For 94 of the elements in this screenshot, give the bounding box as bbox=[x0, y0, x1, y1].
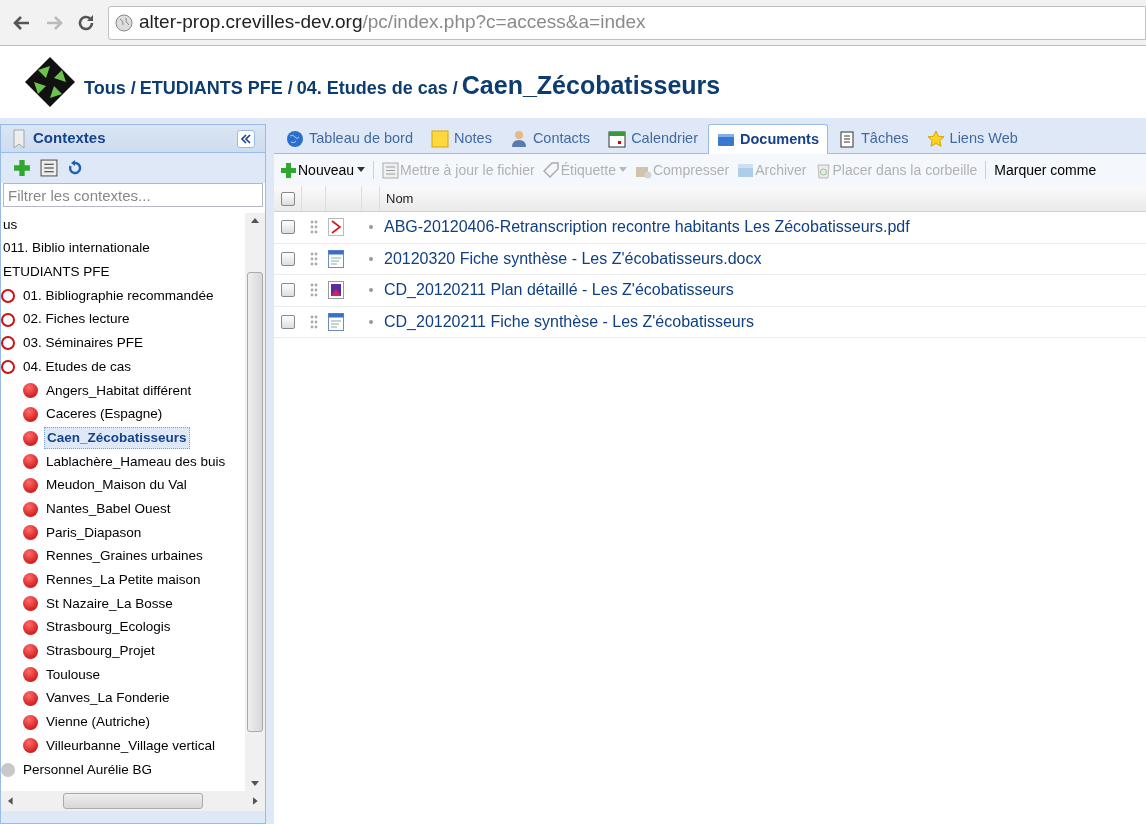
breadcrumb-link[interactable]: 04. Etudes de cas / bbox=[296, 75, 458, 103]
table-row[interactable]: ABG-20120406-Retranscription recontre habitants Les Zécobatisseurs.pdf bbox=[274, 212, 1146, 244]
plus-icon[interactable] bbox=[13, 159, 31, 177]
pdf-file-icon bbox=[328, 218, 344, 237]
collapse-icon bbox=[240, 133, 252, 144]
bullet-icon bbox=[369, 256, 373, 261]
table-row[interactable]: 20120320 Fiche synthèse - Les Z'écobatisseurs.docx bbox=[274, 243, 1146, 275]
tree-item[interactable]: Strasbourg_Projet bbox=[44, 641, 157, 662]
caret-icon bbox=[357, 167, 366, 173]
row-checkbox[interactable] bbox=[281, 251, 295, 266]
globe-icon bbox=[286, 130, 304, 148]
collapse-button[interactable] bbox=[237, 129, 255, 148]
table-row[interactable]: CD_20120211 Fiche synthèse - Les Z'écobatisseurs bbox=[274, 306, 1146, 338]
tree-item[interactable]: Meudon_Maison du Val bbox=[44, 475, 189, 496]
address-bar[interactable]: alter-prop.crevilles-dev.org/pc/index.php?c=access&a=index bbox=[108, 5, 1146, 40]
row-checkbox[interactable] bbox=[281, 220, 295, 235]
star-icon bbox=[926, 130, 945, 148]
drag-handle-icon[interactable] bbox=[310, 314, 318, 329]
page-title: Caen_Zécobatisseurs bbox=[461, 70, 721, 102]
refresh-icon[interactable] bbox=[67, 160, 83, 176]
person-icon bbox=[509, 130, 528, 148]
bullet-icon bbox=[369, 225, 373, 230]
tree-item[interactable]: ETUDIANTS PFE bbox=[1, 262, 112, 283]
vertical-scrollbar[interactable] bbox=[245, 213, 265, 791]
tag-icon bbox=[542, 161, 560, 179]
tree-item[interactable]: Toulouse bbox=[44, 664, 103, 686]
horizontal-scrollbar[interactable] bbox=[1, 791, 265, 811]
breadcrumb-link[interactable]: Tous / bbox=[84, 75, 136, 103]
scroll-down-icon[interactable] bbox=[251, 781, 259, 787]
panel-title: Contextes bbox=[33, 128, 107, 149]
toolbar-button[interactable]: Marquer comme bbox=[994, 159, 1097, 181]
breadcrumb-link[interactable]: ETUDIANTS PFE / bbox=[139, 75, 293, 103]
list-icon bbox=[382, 161, 400, 179]
row-checkbox[interactable] bbox=[281, 283, 295, 298]
tab[interactable]: Documents bbox=[708, 124, 828, 154]
file-link[interactable]: CD_20120211 Plan détaillé - Les Z'écobatisseurs bbox=[380, 278, 734, 303]
plus-icon bbox=[280, 161, 297, 179]
recycle-bin-icon bbox=[814, 161, 832, 179]
tab[interactable]: Contacts bbox=[501, 125, 599, 153]
tree-item[interactable]: Rennes_Graines urbaines bbox=[44, 546, 205, 567]
calendar-icon bbox=[608, 130, 627, 148]
document-file-icon bbox=[328, 312, 344, 331]
tree-item[interactable]: Caceres (Espagne) bbox=[44, 404, 165, 425]
tab[interactable]: Calendrier bbox=[600, 125, 707, 153]
tree-item[interactable]: Angers_Habitat différent bbox=[44, 380, 194, 401]
tree-item[interactable]: Personnel Aurélie BG bbox=[21, 759, 155, 780]
bullet-icon bbox=[369, 288, 373, 293]
scroll-right-icon[interactable] bbox=[253, 797, 259, 805]
url-text: alter-prop.crevilles-dev.org/pc/index.php?c=access&a=index bbox=[139, 10, 646, 35]
tree-item[interactable]: Lablachère_Hameau des buis bbox=[44, 451, 228, 472]
file-link[interactable]: CD_20120211 Fiche synthèse - Les Z'écobatisseurs bbox=[380, 309, 755, 334]
document-file-icon bbox=[328, 249, 344, 268]
tree-item[interactable]: us bbox=[1, 214, 20, 235]
drag-handle-icon[interactable] bbox=[310, 251, 318, 266]
row-checkbox[interactable] bbox=[281, 314, 295, 329]
file-link[interactable]: ABG-20120406-Retranscription recontre habitants Les Zécobatisseurs.pdf bbox=[380, 215, 910, 240]
tree-item[interactable]: Caen_Zécobatisseurs bbox=[44, 426, 190, 450]
tree-item[interactable]: 02. Fiches lecture bbox=[21, 309, 132, 330]
tree-item[interactable]: 011. Biblio internationale bbox=[1, 238, 152, 259]
note-icon bbox=[431, 130, 449, 148]
tree-item[interactable]: Paris_Diapason bbox=[44, 522, 144, 543]
drag-handle-icon[interactable] bbox=[310, 283, 318, 298]
file-link[interactable]: 20120320 Fiche synthèse - Les Z'écobatisseurs.docx bbox=[380, 246, 762, 271]
tree-item[interactable]: Vienne (Autriche) bbox=[44, 712, 153, 733]
tree-item[interactable]: Strasbourg_Ecologis bbox=[44, 617, 173, 638]
clipboard-icon bbox=[838, 130, 856, 148]
tree-item[interactable]: Nantes_Babel Ouest bbox=[44, 498, 173, 520]
image-file-icon bbox=[328, 281, 344, 300]
tree-item[interactable]: 01. Bibliographie recommandée bbox=[21, 285, 216, 307]
scroll-left-icon[interactable] bbox=[7, 797, 13, 805]
select-all-checkbox[interactable] bbox=[280, 191, 295, 206]
tree-item[interactable]: 03. Séminaires PFE bbox=[21, 333, 146, 354]
filter-field[interactable]: Filtrer les contextes... bbox=[3, 183, 263, 207]
tab[interactable]: Tableau de bord bbox=[278, 125, 421, 153]
tab[interactable]: Tâches bbox=[830, 125, 917, 153]
list-icon[interactable] bbox=[39, 159, 59, 177]
archive-icon bbox=[737, 161, 755, 179]
globe-icon bbox=[115, 13, 133, 32]
column-header[interactable]: Nom bbox=[380, 188, 414, 209]
tree-item[interactable]: 04. Etudes de cas bbox=[21, 356, 134, 378]
tree-item[interactable]: Rennes_La Petite maison bbox=[44, 570, 203, 591]
tab[interactable]: Notes bbox=[423, 125, 500, 153]
tab[interactable]: Liens Web bbox=[918, 125, 1026, 153]
toolbar-button[interactable]: Nouveau bbox=[280, 159, 366, 181]
tree-item[interactable]: Vanves_La Fonderie bbox=[44, 688, 172, 709]
scroll-up-icon[interactable] bbox=[251, 217, 259, 223]
tree-item[interactable]: St Nazaire_La Bosse bbox=[44, 593, 175, 614]
bookmark-icon bbox=[11, 128, 27, 149]
drag-handle-icon[interactable] bbox=[310, 220, 318, 235]
caret-icon bbox=[618, 167, 627, 173]
bullet-icon bbox=[369, 319, 373, 324]
table-row[interactable]: CD_20120211 Plan détaillé - Les Z'écobatisseurs bbox=[274, 275, 1146, 307]
tree-item[interactable]: Villeurbanne_Village vertical bbox=[44, 735, 218, 757]
logo-icon bbox=[24, 56, 76, 108]
